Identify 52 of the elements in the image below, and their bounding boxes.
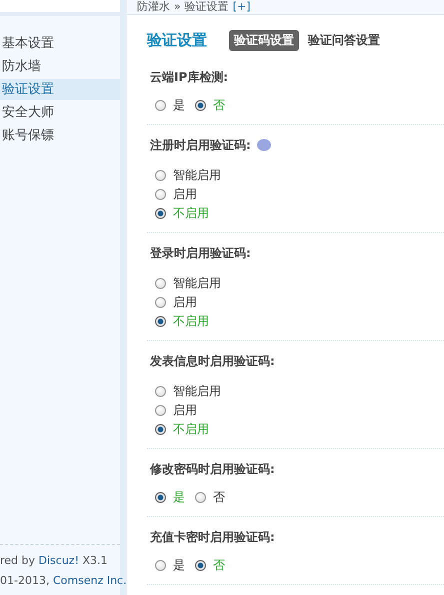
setting-label: 云端IP库检测: [150, 68, 228, 86]
radio-button[interactable] [155, 386, 166, 397]
radio-button[interactable] [195, 100, 206, 111]
setting-label: 发表信息时启用验证码: [150, 352, 275, 370]
footer-link[interactable]: Discuz! [38, 554, 79, 567]
option-label: 否 [213, 557, 225, 574]
radio-button[interactable] [155, 492, 166, 503]
sidebar-item[interactable]: 安全大师 [0, 102, 120, 123]
radio-button[interactable] [155, 208, 166, 219]
radio-button[interactable] [155, 278, 166, 289]
option-label: 是 [173, 97, 185, 114]
option-label: 否 [213, 97, 225, 114]
breadcrumb-separator: » [174, 0, 181, 14]
help-icon[interactable] [256, 139, 271, 151]
page-title: 验证设置 [147, 31, 207, 50]
option-label: 智能启用 [173, 167, 221, 184]
radio-button[interactable] [155, 100, 166, 111]
sidebar-item[interactable]: 验证设置 [0, 79, 120, 100]
breadcrumb-item[interactable]: 防灌水 [137, 0, 170, 14]
setting-label: 注册时启用验证码: [150, 136, 251, 154]
option-label: 智能启用 [173, 275, 221, 292]
tab[interactable]: 验证问答设置 [303, 30, 385, 51]
radio-button[interactable] [155, 405, 166, 416]
option-label: 不启用 [173, 421, 209, 438]
option-label: 不启用 [173, 313, 209, 330]
radio-button[interactable] [155, 316, 166, 327]
add-link[interactable]: [+] [232, 0, 251, 14]
radio-button[interactable] [155, 189, 166, 200]
option-label: 启用 [173, 294, 197, 311]
radio-button[interactable] [155, 170, 166, 181]
setting-label: 登录时启用验证码: [150, 244, 251, 262]
footer-text: red by Discuz! X3.1 [0, 553, 109, 569]
option-label: 启用 [173, 402, 197, 419]
setting-label: 充值卡密时启用验证码: [150, 528, 275, 546]
option-label: 是 [173, 489, 185, 506]
sidebar-item[interactable]: 防水墙 [0, 56, 120, 77]
option-label: 不启用 [173, 205, 209, 222]
radio-button[interactable] [155, 297, 166, 308]
option-label: 是 [173, 557, 185, 574]
setting-label: 修改密码时启用验证码: [150, 460, 275, 478]
radio-button[interactable] [195, 560, 206, 571]
radio-button[interactable] [195, 492, 206, 503]
footer-link[interactable]: Comsenz Inc. [52, 574, 127, 587]
option-label: 启用 [173, 186, 197, 203]
sidebar-item[interactable]: 基本设置 [0, 33, 120, 54]
option-label: 否 [213, 489, 225, 506]
tab[interactable]: 验证码设置 [229, 30, 299, 51]
breadcrumb-item[interactable]: 验证设置 [184, 0, 229, 14]
sidebar-item[interactable]: 账号保镖 [0, 125, 120, 146]
option-label: 智能启用 [173, 383, 221, 400]
radio-button[interactable] [155, 424, 166, 435]
radio-button[interactable] [155, 560, 166, 571]
